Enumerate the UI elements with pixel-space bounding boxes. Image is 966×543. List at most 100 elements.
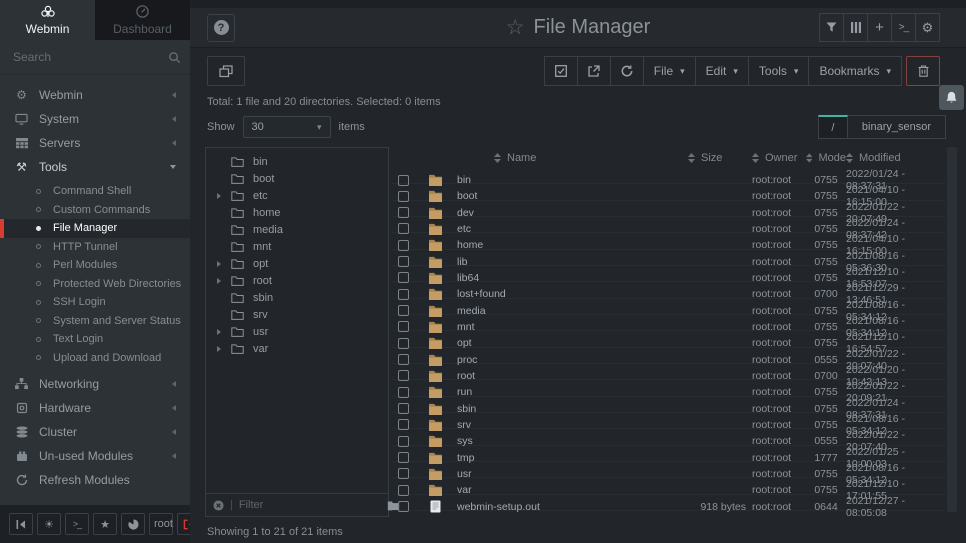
file-name[interactable]: dev (452, 207, 688, 219)
file-name[interactable]: opt (452, 337, 688, 349)
expander-icon[interactable] (217, 346, 231, 352)
favorites-button[interactable]: ★ (93, 513, 117, 535)
tree-item[interactable]: root (206, 272, 388, 289)
tree-item[interactable]: sbin (206, 289, 388, 306)
tree-item[interactable]: mnt (206, 238, 388, 255)
table-row[interactable]: var root:root 0755 2021/12/10 - 17:01:55 (392, 478, 945, 494)
table-row[interactable]: usr root:root 0755 2021/08/16 - 05:34:12 (392, 462, 945, 478)
page-size-select[interactable]: 30 ▾ (243, 116, 331, 138)
file-name[interactable]: tmp (452, 452, 688, 464)
row-checkbox[interactable] (398, 272, 409, 283)
file-name[interactable]: srv (452, 419, 688, 431)
column-header-modified[interactable]: Modified (846, 152, 945, 164)
row-checkbox[interactable] (398, 501, 409, 512)
tree-item[interactable]: bin (206, 153, 388, 170)
add-tab-button[interactable]: + (867, 13, 892, 42)
row-checkbox[interactable] (398, 370, 409, 381)
paste-buffer-button[interactable] (207, 56, 245, 86)
expander-icon[interactable] (217, 329, 231, 335)
column-header-mode[interactable]: Mode (806, 152, 846, 164)
tab-dashboard[interactable]: Dashboard (95, 0, 190, 40)
file-name[interactable]: root (452, 370, 688, 382)
file-name[interactable]: etc (452, 223, 688, 235)
row-checkbox[interactable] (398, 207, 409, 218)
sidebar-item-refresh-modules[interactable]: Refresh Modules (0, 468, 190, 492)
file-name[interactable]: boot (452, 190, 688, 202)
collapse-sidebar-button[interactable] (9, 513, 33, 535)
tree-item[interactable]: srv (206, 306, 388, 323)
file-name[interactable]: usr (452, 468, 688, 480)
search-icon[interactable] (168, 51, 181, 64)
search-input[interactable] (13, 50, 168, 64)
breadcrumb-root[interactable]: / (818, 115, 848, 139)
file-menu-button[interactable]: File▾ (643, 56, 696, 86)
tree-filter-input[interactable] (239, 499, 381, 511)
file-name[interactable]: sbin (452, 403, 688, 415)
bookmarks-menu-button[interactable]: Bookmarks▾ (808, 56, 902, 86)
table-row[interactable]: opt root:root 0755 2021/12/10 - 16:54:57 (392, 331, 945, 347)
clear-filter-icon[interactable] (213, 500, 224, 511)
tools-menu-button[interactable]: Tools▾ (748, 56, 810, 86)
row-checkbox[interactable] (398, 354, 409, 365)
table-row[interactable]: etc root:root 0755 2022/01/24 - 08:37:42 (392, 217, 945, 233)
table-row[interactable]: sys root:root 0555 2022/01/22 - 20:07:40 (392, 429, 945, 445)
select-all-button[interactable] (544, 56, 578, 86)
columns-button[interactable] (843, 13, 868, 42)
row-checkbox[interactable] (398, 387, 409, 398)
help-button[interactable]: ? (207, 14, 235, 42)
file-name[interactable]: run (452, 386, 688, 398)
filter-button[interactable] (819, 13, 844, 42)
tree-item[interactable]: var (206, 340, 388, 357)
tools-submenu-item[interactable]: File Manager (0, 219, 190, 238)
terminal-button[interactable]: >_ (65, 513, 89, 535)
row-checkbox[interactable] (398, 468, 409, 479)
theme-button[interactable]: ☀ (37, 513, 61, 535)
tools-submenu-item[interactable]: Text Login (0, 330, 190, 349)
shell-button[interactable]: >_ (891, 13, 916, 42)
table-row[interactable]: home root:root 0755 2021/04/10 - 16:15:0… (392, 233, 945, 249)
row-checkbox[interactable] (398, 240, 409, 251)
tree-item[interactable]: usr (206, 323, 388, 340)
tools-submenu-item[interactable]: System and Server Status (0, 312, 190, 331)
file-name[interactable]: home (452, 239, 688, 251)
export-button[interactable] (577, 56, 611, 86)
row-checkbox[interactable] (398, 419, 409, 430)
table-row[interactable]: proc root:root 0555 2022/01/22 - 20:07:4… (392, 348, 945, 364)
notifications-button[interactable] (939, 85, 964, 110)
user-button[interactable]: root (149, 513, 173, 535)
row-checkbox[interactable] (398, 452, 409, 463)
column-header-owner[interactable]: Owner (752, 152, 806, 164)
table-row[interactable]: boot root:root 0755 2021/04/10 - 16:15:0… (392, 184, 945, 200)
tree-item[interactable]: media (206, 221, 388, 238)
row-checkbox[interactable] (398, 321, 409, 332)
row-checkbox[interactable] (398, 256, 409, 267)
row-checkbox[interactable] (398, 338, 409, 349)
expander-icon[interactable] (217, 261, 231, 267)
table-row[interactable]: webmin-setup.out 918 bytes root:root 064… (392, 495, 945, 511)
file-name[interactable]: bin (452, 174, 688, 186)
sidebar-item-webmin[interactable]: ⚙ Webmin (0, 83, 190, 107)
file-name[interactable]: media (452, 305, 688, 317)
breadcrumb-current[interactable]: binary_sensor (848, 115, 946, 139)
sidebar-item-system[interactable]: System (0, 107, 190, 131)
table-row[interactable]: media root:root 0755 2021/08/16 - 05:34:… (392, 299, 945, 315)
tools-submenu-item[interactable]: SSH Login (0, 293, 190, 312)
expander-icon[interactable] (217, 278, 231, 284)
column-header-name[interactable]: Name (452, 152, 688, 164)
tools-submenu-item[interactable]: Upload and Download (0, 349, 190, 368)
row-checkbox[interactable] (398, 191, 409, 202)
tree-item[interactable]: opt (206, 255, 388, 272)
trash-button[interactable] (906, 56, 940, 86)
table-row[interactable]: srv root:root 0755 2021/08/16 - 05:34:12 (392, 413, 945, 429)
settings-button[interactable]: ⚙ (915, 13, 940, 42)
row-checkbox[interactable] (398, 436, 409, 447)
sidebar-item-tools[interactable]: ⚒ Tools (0, 155, 190, 179)
tools-submenu-item[interactable]: Perl Modules (0, 256, 190, 275)
sidebar-item-servers[interactable]: Servers (0, 131, 190, 155)
sidebar-item-unused-modules[interactable]: Un-used Modules (0, 444, 190, 468)
file-name[interactable]: lib (452, 256, 688, 268)
tree-item[interactable]: etc (206, 187, 388, 204)
sidebar-item-networking[interactable]: Networking (0, 372, 190, 396)
table-scrollbar[interactable] (947, 147, 957, 512)
table-row[interactable]: sbin root:root 0755 2022/01/24 - 08:37:3… (392, 397, 945, 413)
